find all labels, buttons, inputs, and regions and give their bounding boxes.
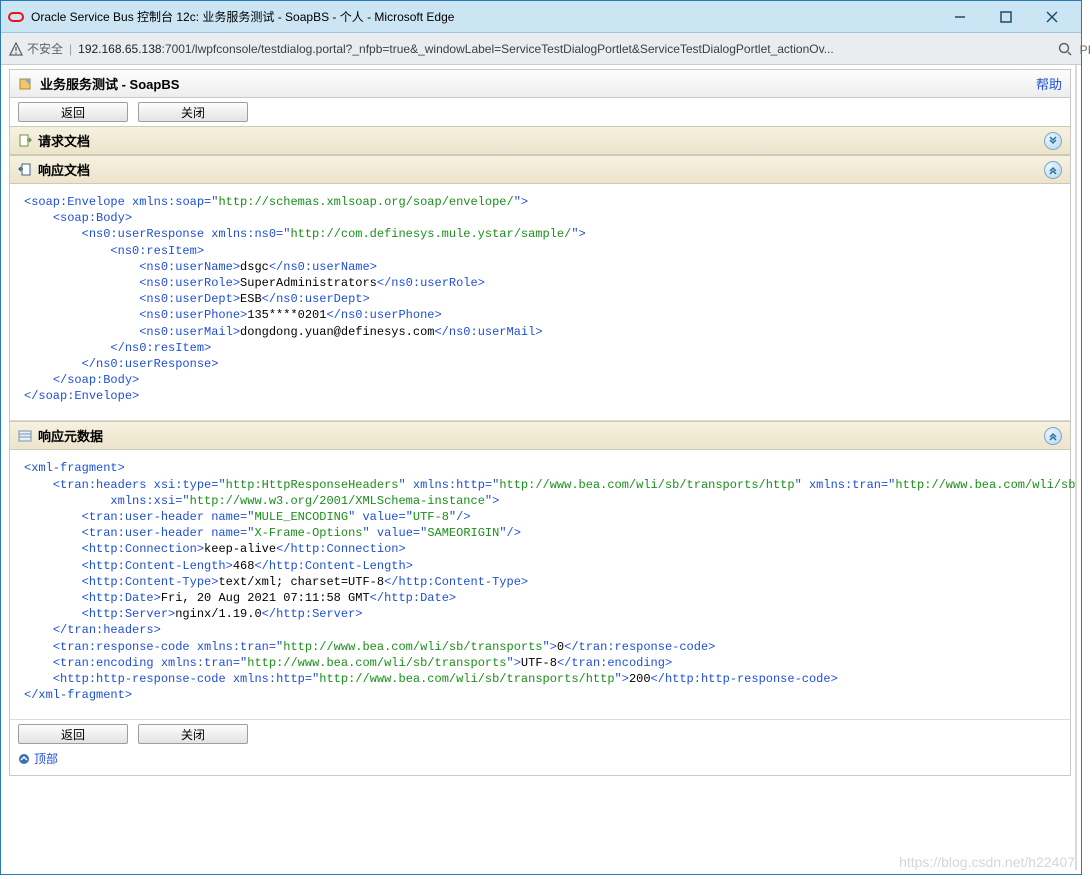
button-row-bottom: 返回 关闭 <box>10 720 1070 748</box>
search-icon[interactable] <box>1057 41 1073 57</box>
back-button[interactable]: 返回 <box>18 102 128 122</box>
request-doc-section[interactable]: 请求文档 <box>10 126 1070 155</box>
window-title-bar: Oracle Service Bus 控制台 12c: 业务服务测试 - Soa… <box>1 1 1081 33</box>
response-meta-xml: <xml-fragment> <tran:headers xsi:type="h… <box>10 450 1070 720</box>
warning-icon <box>9 42 23 56</box>
metadata-icon <box>18 429 32 443</box>
button-row-top: 返回 关闭 <box>10 98 1070 126</box>
footer: 顶部 <box>10 748 1070 775</box>
collapse-icon[interactable] <box>1044 427 1062 445</box>
response-doc-label: 响应文档 <box>38 160 90 179</box>
request-doc-label: 请求文档 <box>38 131 90 150</box>
minimize-button[interactable] <box>937 2 983 32</box>
arrow-up-circle-icon <box>18 753 30 765</box>
window-title: Oracle Service Bus 控制台 12c: 业务服务测试 - Soa… <box>31 8 937 25</box>
document-out-icon <box>18 134 32 148</box>
main-panel: 业务服务测试 - SoapBS 帮助 返回 关闭 请求文档 <box>9 69 1071 776</box>
collapse-icon[interactable] <box>1044 161 1062 179</box>
document-in-icon <box>18 163 32 177</box>
service-icon <box>18 76 34 92</box>
help-link[interactable]: 帮助 <box>1036 74 1062 93</box>
close-button[interactable] <box>1029 2 1075 32</box>
response-meta-label: 响应元数据 <box>38 426 103 445</box>
response-doc-section[interactable]: 响应文档 <box>10 155 1070 184</box>
cutoff-text: PI <box>1080 43 1091 57</box>
close-panel-button[interactable]: 关闭 <box>138 102 248 122</box>
panel-title: 业务服务测试 - SoapBS <box>40 74 179 93</box>
panel-header: 业务服务测试 - SoapBS 帮助 <box>10 70 1070 98</box>
address-separator: | <box>69 42 72 56</box>
url-text: 192.168.65.138:7001/lwpfconsole/testdial… <box>78 42 1051 56</box>
page-content: 业务服务测试 - SoapBS 帮助 返回 关闭 请求文档 <box>5 65 1077 870</box>
response-xml: <soap:Envelope xmlns:soap="http://schema… <box>10 184 1070 421</box>
oracle-icon <box>7 8 25 26</box>
insecure-text: 不安全 <box>27 40 63 57</box>
browser-window: Oracle Service Bus 控制台 12c: 业务服务测试 - Soa… <box>0 0 1082 875</box>
back-button-bottom[interactable]: 返回 <box>18 724 128 744</box>
maximize-button[interactable] <box>983 2 1029 32</box>
close-panel-button-bottom[interactable]: 关闭 <box>138 724 248 744</box>
response-meta-section[interactable]: 响应元数据 <box>10 421 1070 450</box>
top-link[interactable]: 顶部 <box>18 750 1062 767</box>
window-controls <box>937 2 1075 32</box>
address-bar[interactable]: 不安全 | 192.168.65.138:7001/lwpfconsole/te… <box>1 33 1081 65</box>
insecure-badge: 不安全 <box>9 40 63 57</box>
expand-icon[interactable] <box>1044 132 1062 150</box>
top-link-label: 顶部 <box>34 750 58 767</box>
